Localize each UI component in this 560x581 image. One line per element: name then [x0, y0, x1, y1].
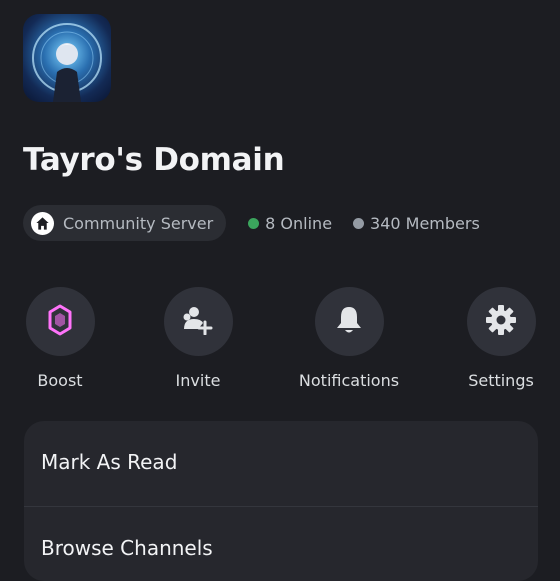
settings-label: Settings — [468, 371, 534, 390]
member-count-text: 340 Members — [370, 213, 480, 233]
settings-circle — [466, 287, 536, 356]
server-info-row: Community Server 8 Online 340 Members — [23, 205, 480, 241]
settings-button[interactable]: Settings — [441, 287, 560, 390]
notifications-button[interactable]: Notifications — [289, 287, 409, 390]
server-menu: Mark As Read Browse Channels — [24, 421, 538, 581]
boost-button[interactable]: Boost — [0, 287, 120, 390]
server-icon[interactable] — [23, 14, 111, 102]
server-name: Tayro's Domain — [23, 142, 285, 178]
community-server-badge[interactable]: Community Server — [23, 205, 227, 241]
add-user-icon — [181, 305, 215, 339]
community-server-label: Community Server — [63, 213, 214, 233]
invite-circle — [163, 287, 233, 356]
mark-as-read-item[interactable]: Mark As Read — [24, 421, 538, 507]
notifications-circle — [314, 287, 384, 356]
online-count-text: 8 Online — [265, 213, 333, 233]
gear-icon — [485, 304, 517, 340]
boost-circle — [25, 287, 95, 356]
browse-channels-item[interactable]: Browse Channels — [24, 507, 538, 581]
online-count: 8 Online — [248, 214, 332, 233]
members-status-dot — [353, 217, 365, 229]
online-status-dot — [248, 217, 260, 229]
browse-channels-label: Browse Channels — [41, 536, 213, 560]
member-count: 340 Members — [353, 214, 480, 233]
mark-as-read-label: Mark As Read — [41, 449, 178, 474]
boost-label: Boost — [37, 371, 83, 390]
invite-label: Invite — [175, 371, 221, 390]
bell-icon — [335, 305, 363, 339]
server-actions: Boost Invite Notifications Settings — [0, 287, 560, 397]
boost-gem-icon — [47, 304, 73, 340]
notifications-label: Notifications — [298, 371, 400, 390]
invite-button[interactable]: Invite — [138, 287, 258, 390]
community-home-icon — [31, 211, 54, 235]
